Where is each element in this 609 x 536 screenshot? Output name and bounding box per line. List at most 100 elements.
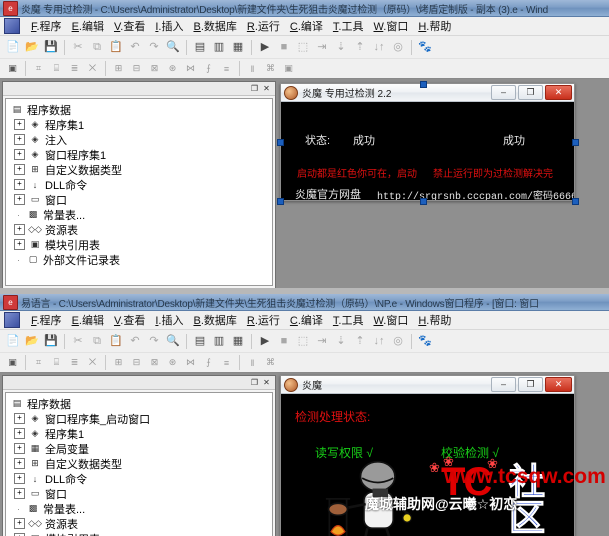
menu-run[interactable]: R.运行 <box>242 17 285 35</box>
tree-node[interactable]: + ⊞ 自定义数据类型 <box>8 162 270 177</box>
send-back-icon[interactable]: ⌘ <box>262 354 279 371</box>
menu-database[interactable]: B.数据库 <box>188 311 241 329</box>
bring-front-icon[interactable]: ‖ <box>244 60 261 77</box>
same-size-icon[interactable]: ⊠ <box>146 60 163 77</box>
space-vertical-icon[interactable]: ⋈ <box>182 354 199 371</box>
same-height-icon[interactable]: ⊟ <box>128 354 145 371</box>
expand-icon[interactable]: + <box>14 134 25 145</box>
center-vertical-icon[interactable]: ≡ <box>218 60 235 77</box>
undo-icon[interactable]: ↶ <box>126 38 144 56</box>
stop-icon[interactable]: ■ <box>275 38 293 56</box>
selection-handle[interactable] <box>277 139 284 146</box>
panel-bottom-icon[interactable]: ▥ <box>210 332 228 350</box>
align-left-icon[interactable]: ⌗ <box>30 354 47 371</box>
breakpoint-icon[interactable]: ↓↑ <box>370 332 388 350</box>
panel-bottom-icon[interactable]: ▥ <box>210 38 228 56</box>
minimize-button[interactable]: – <box>491 377 516 392</box>
copy-icon[interactable]: ⧉ <box>88 38 106 56</box>
space-horizontal-icon[interactable]: ⊛ <box>164 354 181 371</box>
menu-edit[interactable]: E.编辑 <box>67 311 109 329</box>
bottom-window-titlebar[interactable]: e 易语言 - C:\Users\Administrator\Desktop\新… <box>0 294 609 311</box>
tree-node[interactable]: + ◈ 窗口程序集1 <box>8 147 270 162</box>
undo-icon[interactable]: ↶ <box>126 332 144 350</box>
tree-node[interactable]: + ▣ 模块引用表 <box>8 237 270 252</box>
selection-handle[interactable] <box>277 198 284 205</box>
minimize-button[interactable]: – <box>491 85 516 100</box>
step-over-icon[interactable]: ⇥ <box>313 38 331 56</box>
step-into-icon[interactable]: ⇣ <box>332 38 350 56</box>
same-height-icon[interactable]: ⊟ <box>128 60 145 77</box>
expand-icon[interactable]: + <box>14 119 25 130</box>
menu-edit[interactable]: E.编辑 <box>67 17 109 35</box>
open-file-icon[interactable]: 📂 <box>23 332 41 350</box>
panel-left-icon[interactable]: ▤ <box>191 38 209 56</box>
step-out-icon[interactable]: ⇡ <box>351 332 369 350</box>
close-icon[interactable]: ✕ <box>262 84 271 93</box>
center-horizontal-icon[interactable]: ⨍ <box>200 354 217 371</box>
tree-node[interactable]: · ▢ 外部文件记录表 <box>8 252 270 267</box>
tree-node[interactable]: + ▭ 窗口 <box>8 486 270 501</box>
close-button[interactable]: ✕ <box>545 377 572 392</box>
tree-node[interactable]: + ▦ 全局变量 <box>8 441 270 456</box>
space-horizontal-icon[interactable]: ⊛ <box>164 60 181 77</box>
expand-icon[interactable]: + <box>14 224 25 235</box>
pause-icon[interactable]: ◎ <box>389 38 407 56</box>
menu-window[interactable]: W.窗口 <box>368 311 413 329</box>
expand-icon[interactable]: + <box>14 149 25 160</box>
tree-node[interactable]: · ▩ 常量表... <box>8 501 270 516</box>
tree-node[interactable]: · ▩ 常量表... <box>8 207 270 222</box>
tree-node[interactable]: + ◇◇ 资源表 <box>8 516 270 531</box>
tree-node-root[interactable]: ▤ 程序数据 <box>8 102 270 117</box>
send-back-icon[interactable]: ⌘ <box>262 60 279 77</box>
menu-view[interactable]: V.查看 <box>109 17 150 35</box>
align-center-icon[interactable]: ⌸ <box>48 354 65 371</box>
debug-icon[interactable]: ⬚ <box>294 332 312 350</box>
menu-database[interactable]: B.数据库 <box>188 17 241 35</box>
expand-icon[interactable]: + <box>14 194 25 205</box>
panel-left-icon[interactable]: ▤ <box>191 332 209 350</box>
restore-icon[interactable]: ❐ <box>250 378 259 387</box>
step-over-icon[interactable]: ⇥ <box>313 332 331 350</box>
step-out-icon[interactable]: ⇡ <box>351 38 369 56</box>
panel-right-icon[interactable]: ▦ <box>229 38 247 56</box>
restore-icon[interactable]: ❐ <box>250 84 259 93</box>
menu-run[interactable]: R.运行 <box>242 311 285 329</box>
expand-icon[interactable]: + <box>14 488 25 499</box>
align-center-icon[interactable]: ⌸ <box>48 60 65 77</box>
pause-icon[interactable]: ◎ <box>389 332 407 350</box>
lock-layout-icon[interactable]: ▣ <box>280 60 297 77</box>
tree-node[interactable]: + ⊞ 自定义数据类型 <box>8 456 270 471</box>
tree-node[interactable]: + ↓ DLL命令 <box>8 177 270 192</box>
menu-program[interactable]: F.程序 <box>26 17 67 35</box>
find-icon[interactable]: 🔍 <box>164 38 182 56</box>
new-file-icon[interactable]: 📄 <box>4 332 22 350</box>
paste-icon[interactable]: 📋 <box>107 332 125 350</box>
selection-handle[interactable] <box>572 139 579 146</box>
expand-icon[interactable]: + <box>14 473 25 484</box>
selection-handle[interactable] <box>420 81 427 88</box>
menu-tools[interactable]: T.工具 <box>328 311 369 329</box>
paste-icon[interactable]: 📋 <box>107 38 125 56</box>
tree-node[interactable]: + ◇◇ 资源表 <box>8 222 270 237</box>
search-icon[interactable]: 🐾 <box>416 332 434 350</box>
tree-node[interactable]: + ◈ 窗口程序集_启动窗口 <box>8 411 270 426</box>
same-size-icon[interactable]: ⊠ <box>146 354 163 371</box>
search-icon[interactable]: 🐾 <box>416 38 434 56</box>
menu-program[interactable]: F.程序 <box>26 311 67 329</box>
tree-node[interactable]: + ▣ 模块引用表 <box>8 531 270 536</box>
save-file-icon[interactable]: 💾 <box>42 332 60 350</box>
step-into-icon[interactable]: ⇣ <box>332 332 350 350</box>
bottom-dialog-titlebar[interactable]: 炎魔 – ❐ ✕ <box>281 376 574 394</box>
center-horizontal-icon[interactable]: ⨍ <box>200 60 217 77</box>
expand-icon[interactable]: + <box>14 428 25 439</box>
expand-icon[interactable]: + <box>14 443 25 454</box>
expand-icon[interactable]: + <box>14 239 25 250</box>
same-width-icon[interactable]: ⊞ <box>110 60 127 77</box>
top-window-titlebar[interactable]: e 炎魔 专用过检测 - C:\Users\Administrator\Desk… <box>0 0 609 17</box>
tree-node-root[interactable]: ▤ 程序数据 <box>8 396 270 411</box>
redo-icon[interactable]: ↷ <box>145 332 163 350</box>
maximize-button[interactable]: ❐ <box>518 85 543 100</box>
menu-help[interactable]: H.帮助 <box>413 17 456 35</box>
menu-view[interactable]: V.查看 <box>109 311 150 329</box>
tree-node[interactable]: + ↓ DLL命令 <box>8 471 270 486</box>
